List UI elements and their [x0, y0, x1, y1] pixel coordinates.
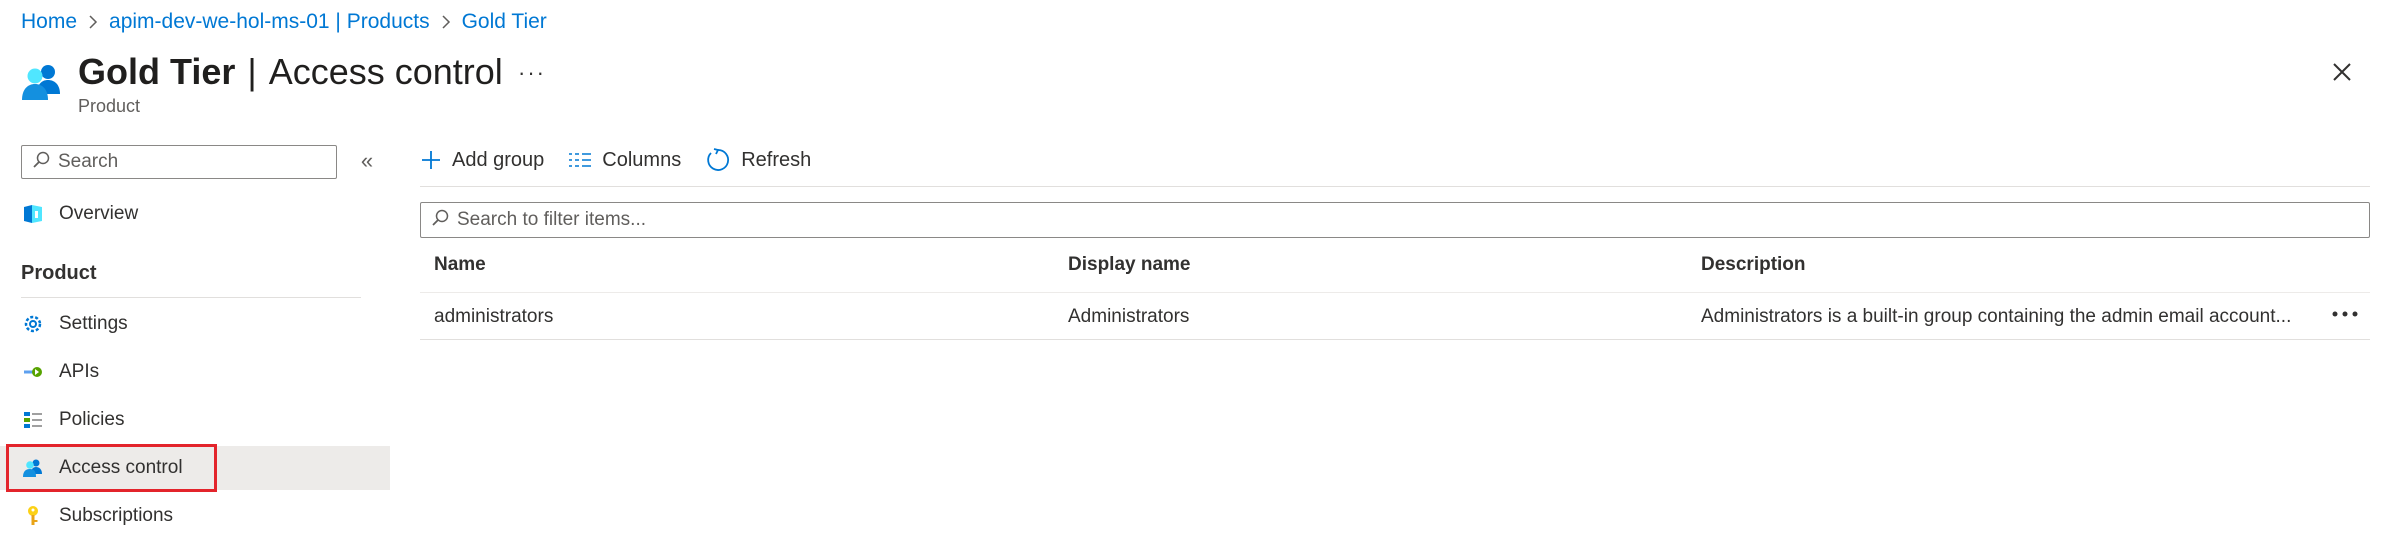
filter-box[interactable] [420, 202, 2370, 238]
gear-icon [21, 312, 45, 336]
breadcrumb-product[interactable]: Gold Tier [462, 10, 547, 34]
sidebar-item-apis[interactable]: APIs [0, 350, 390, 394]
sidebar-item-policies[interactable]: Policies [0, 398, 390, 442]
columns-icon [569, 153, 592, 167]
users-icon [20, 60, 64, 104]
page-title: Gold Tier | Access control [78, 48, 503, 96]
page-title-resource: Gold Tier [78, 51, 236, 92]
row-more-icon[interactable] [2330, 300, 2360, 328]
filter-input[interactable] [457, 209, 2357, 231]
collapse-sidebar-icon[interactable]: « [354, 148, 380, 174]
search-icon [32, 151, 50, 174]
toolbar-divider [420, 186, 2370, 187]
policies-icon [21, 408, 45, 432]
sidebar-item-label: Policies [59, 409, 125, 430]
column-header-display-name[interactable]: Display name [1068, 254, 1191, 276]
key-icon [21, 504, 45, 528]
add-group-button[interactable]: Add group [420, 149, 544, 172]
cell-name: administrators [434, 306, 554, 327]
column-header-name[interactable]: Name [434, 254, 486, 276]
highlight-box [6, 444, 217, 492]
columns-button[interactable]: Columns [568, 149, 681, 172]
page-title-blade: Access control [268, 51, 503, 92]
search-icon [431, 209, 449, 232]
sidebar-item-settings[interactable]: Settings [0, 302, 390, 346]
refresh-label: Refresh [741, 148, 812, 171]
cell-description: Administrators is a built-in group conta… [1701, 306, 2292, 327]
sidebar-item-overview[interactable]: Overview [0, 192, 390, 236]
sidebar-search[interactable] [21, 145, 337, 179]
table-row-divider [420, 339, 2370, 340]
page-subtitle: Product [78, 96, 141, 116]
close-icon[interactable] [2328, 58, 2356, 86]
chevron-right-icon [441, 14, 451, 30]
sidebar-item-label: APIs [59, 361, 100, 382]
refresh-icon [707, 148, 730, 171]
refresh-button[interactable]: Refresh [705, 147, 811, 173]
sidebar-item-label: Subscriptions [59, 505, 174, 526]
api-icon [21, 360, 45, 384]
breadcrumb-home[interactable]: Home [21, 10, 77, 34]
sidebar-item-subscriptions[interactable]: Subscriptions [0, 494, 390, 538]
sidebar-item-label: Overview [59, 203, 139, 224]
overview-icon [21, 202, 45, 226]
add-group-label: Add group [452, 148, 545, 171]
sidebar-search-input[interactable] [58, 151, 328, 173]
chevron-right-icon [88, 14, 98, 30]
more-options-button[interactable]: ··· [518, 60, 546, 86]
table-header-divider [420, 292, 2370, 293]
columns-label: Columns [602, 148, 682, 171]
page-title-separator: | [247, 51, 257, 92]
sidebar-divider [21, 297, 361, 298]
breadcrumb-service[interactable]: apim-dev-we-hol-ms-01 | Products [109, 10, 430, 34]
sidebar-section-header: Product [21, 262, 97, 284]
sidebar-item-label: Settings [59, 313, 128, 334]
breadcrumb: Home apim-dev-we-hol-ms-01 | Products Go… [21, 8, 547, 36]
command-bar: Add group Columns Refresh [420, 140, 835, 180]
column-header-description[interactable]: Description [1701, 254, 1806, 276]
cell-display-name: Administrators [1068, 306, 1190, 327]
plus-icon [422, 151, 440, 169]
